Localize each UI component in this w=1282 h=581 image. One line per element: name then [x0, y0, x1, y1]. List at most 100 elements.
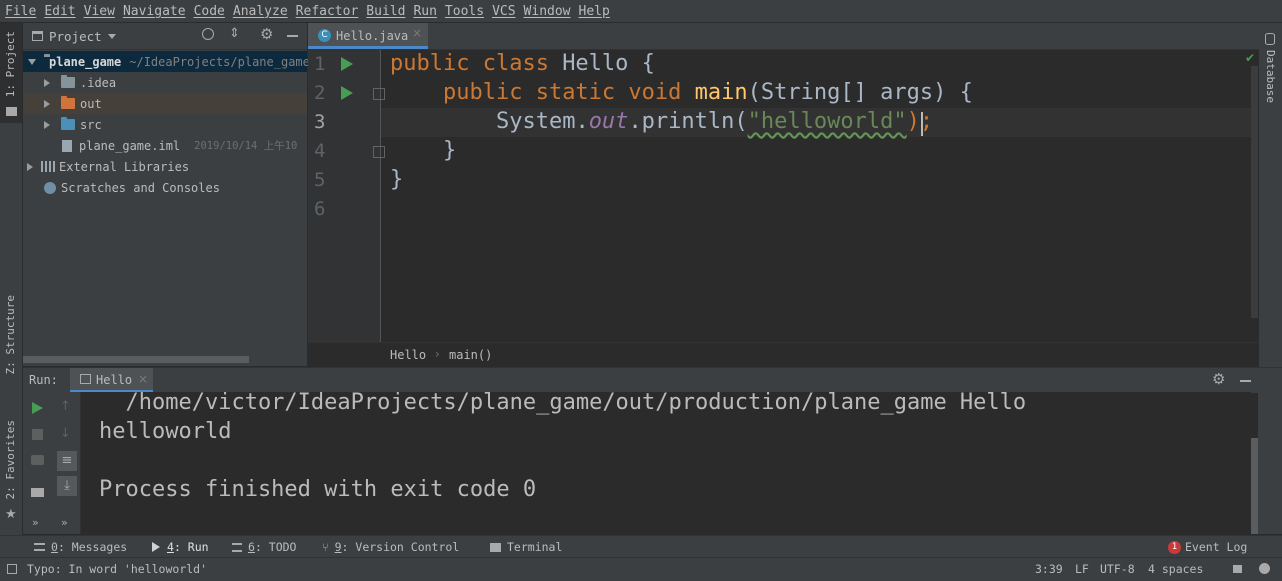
line-separator[interactable]: LF — [1075, 562, 1089, 576]
tab-hello-java[interactable]: C Hello.java × — [308, 23, 428, 49]
run-panel-label: Run: — [29, 373, 58, 387]
tool-window-number: 4 — [167, 540, 174, 554]
tool-window-version-control[interactable]: ⑂ 9: Version Control — [322, 540, 459, 554]
breadcrumb-class[interactable]: Hello — [390, 348, 426, 362]
run-class-icon[interactable] — [341, 57, 353, 71]
tree-row-out[interactable]: out — [23, 93, 307, 114]
terminal-icon — [490, 542, 501, 552]
string-literal: "helloworld" — [747, 109, 907, 134]
stop-icon[interactable] — [32, 429, 43, 440]
tool-window-run[interactable]: 4: Run — [152, 540, 209, 554]
line-number: 2 — [314, 82, 326, 104]
expand-arrow-icon[interactable] — [44, 99, 50, 108]
text-cursor — [921, 112, 923, 136]
indent-setting[interactable]: 4 spaces — [1148, 562, 1203, 576]
gear-icon[interactable]: ⚙ — [1212, 370, 1225, 388]
java-class-icon: C — [318, 29, 331, 42]
tree-row-root[interactable]: plane_game ~/IdeaProjects/plane_game — [23, 51, 310, 72]
cursor-position[interactable]: 3:39 — [1035, 562, 1063, 576]
favorites-star-icon: ★ — [5, 507, 17, 522]
menu-analyze[interactable]: Analyze — [233, 4, 288, 19]
project-view-selector[interactable]: Project — [49, 29, 102, 44]
scroll-down-icon[interactable]: ↓ — [60, 426, 71, 441]
expand-arrow-icon[interactable] — [28, 58, 36, 65]
file-encoding[interactable]: UTF-8 — [1100, 562, 1135, 576]
close-icon[interactable]: × — [412, 26, 422, 40]
inspection-ok-icon[interactable]: ✔ — [1245, 51, 1255, 65]
tool-window-event-log[interactable]: 1 Event Log — [1168, 540, 1247, 554]
run-icon — [152, 542, 160, 552]
toggle-tool-windows-icon[interactable] — [7, 564, 17, 574]
menu-file[interactable]: File — [5, 4, 36, 19]
expand-arrow-icon[interactable] — [27, 162, 33, 171]
structure-tool-label[interactable]: Z: Structure — [4, 295, 17, 374]
menu-view[interactable]: View — [84, 4, 115, 19]
rerun-icon[interactable] — [32, 402, 43, 414]
minimize-icon[interactable] — [287, 35, 298, 37]
layout-icon[interactable] — [31, 488, 44, 497]
more-icon[interactable]: » — [32, 516, 39, 529]
tree-row-iml[interactable]: plane_game.iml 2019/10/14 上午10 — [23, 135, 307, 156]
run-console[interactable]: /home/victor/IdeaProjects/plane_game/out… — [81, 390, 1251, 534]
gear-icon[interactable]: ⚙ — [260, 25, 273, 43]
lock-icon[interactable] — [1233, 565, 1242, 573]
camera-icon[interactable] — [31, 455, 44, 465]
expand-arrow-icon[interactable] — [44, 120, 50, 129]
more-icon[interactable]: » — [61, 516, 68, 529]
scroll-up-icon[interactable]: ↑ — [60, 399, 71, 414]
collapse-all-icon[interactable]: ⇕ — [229, 26, 240, 41]
breadcrumb-method[interactable]: main() — [449, 348, 492, 362]
tree-row-external-libraries[interactable]: External Libraries — [23, 156, 307, 177]
soft-wrap-icon[interactable]: ≡ — [57, 451, 77, 471]
menu-help[interactable]: Help — [579, 4, 610, 19]
fold-icon[interactable] — [373, 146, 385, 158]
tree-item-label: plane_game.iml — [79, 138, 181, 153]
scroll-to-end-icon[interactable]: ⤓ — [57, 476, 77, 496]
menu-navigate[interactable]: Navigate — [123, 4, 186, 19]
tree-row-scratches[interactable]: Scratches and Consoles — [23, 177, 307, 198]
tree-row-idea[interactable]: .idea — [23, 72, 307, 93]
console-scrollbar[interactable] — [1251, 438, 1258, 534]
menu-vcs[interactable]: VCS — [492, 4, 515, 19]
tool-window-label: Event Log — [1185, 540, 1248, 554]
run-tab-label: Hello — [96, 373, 133, 387]
project-tool-button[interactable]: 1: Project — [0, 23, 22, 123]
tool-window-messages[interactable]: 0: Messages — [34, 540, 127, 554]
run-toolbar: ↑ ↓ ≡ ⤓ » » — [23, 392, 81, 534]
code-line-2: public static void main(String[] args) { — [390, 80, 973, 105]
excluded-folder-icon — [61, 96, 75, 109]
editor-scrollbar[interactable] — [1251, 66, 1258, 318]
menu-tools[interactable]: Tools — [445, 4, 484, 19]
locate-icon[interactable] — [202, 28, 214, 40]
tree-item-label: Scratches and Consoles — [61, 180, 220, 195]
code-line-4: } — [390, 138, 456, 163]
menu-code[interactable]: Code — [194, 4, 225, 19]
menu-window[interactable]: Window — [524, 4, 571, 19]
run-main-icon[interactable] — [341, 86, 353, 100]
breadcrumb: Hello › main() — [308, 342, 1258, 367]
inspector-icon[interactable] — [1259, 563, 1270, 574]
menu-refactor[interactable]: Refactor — [296, 4, 359, 19]
menu-build[interactable]: Build — [366, 4, 405, 19]
folder-icon — [61, 75, 75, 88]
tree-row-src[interactable]: src — [23, 114, 307, 135]
menu-run[interactable]: Run — [413, 4, 436, 19]
tool-window-label: : TODO — [254, 540, 297, 554]
scratches-icon — [44, 181, 56, 194]
expand-arrow-icon[interactable] — [44, 78, 50, 87]
close-icon[interactable]: × — [138, 372, 148, 386]
line-number: 5 — [314, 169, 326, 191]
menu-edit[interactable]: Edit — [44, 4, 75, 19]
todo-icon — [232, 542, 242, 552]
tool-window-number: 9 — [334, 540, 342, 554]
fold-icon[interactable] — [373, 88, 385, 100]
favorites-tool-label[interactable]: 2: Favorites — [4, 420, 17, 499]
database-tool-label[interactable]: Database — [1264, 50, 1277, 103]
tool-window-terminal[interactable]: Terminal — [490, 540, 562, 554]
horizontal-scrollbar[interactable] — [23, 356, 249, 363]
tool-window-todo[interactable]: 6: TODO — [232, 540, 296, 554]
tool-window-number: 0 — [51, 540, 58, 554]
minimize-icon[interactable] — [1240, 380, 1251, 382]
chevron-down-icon[interactable] — [107, 33, 116, 39]
